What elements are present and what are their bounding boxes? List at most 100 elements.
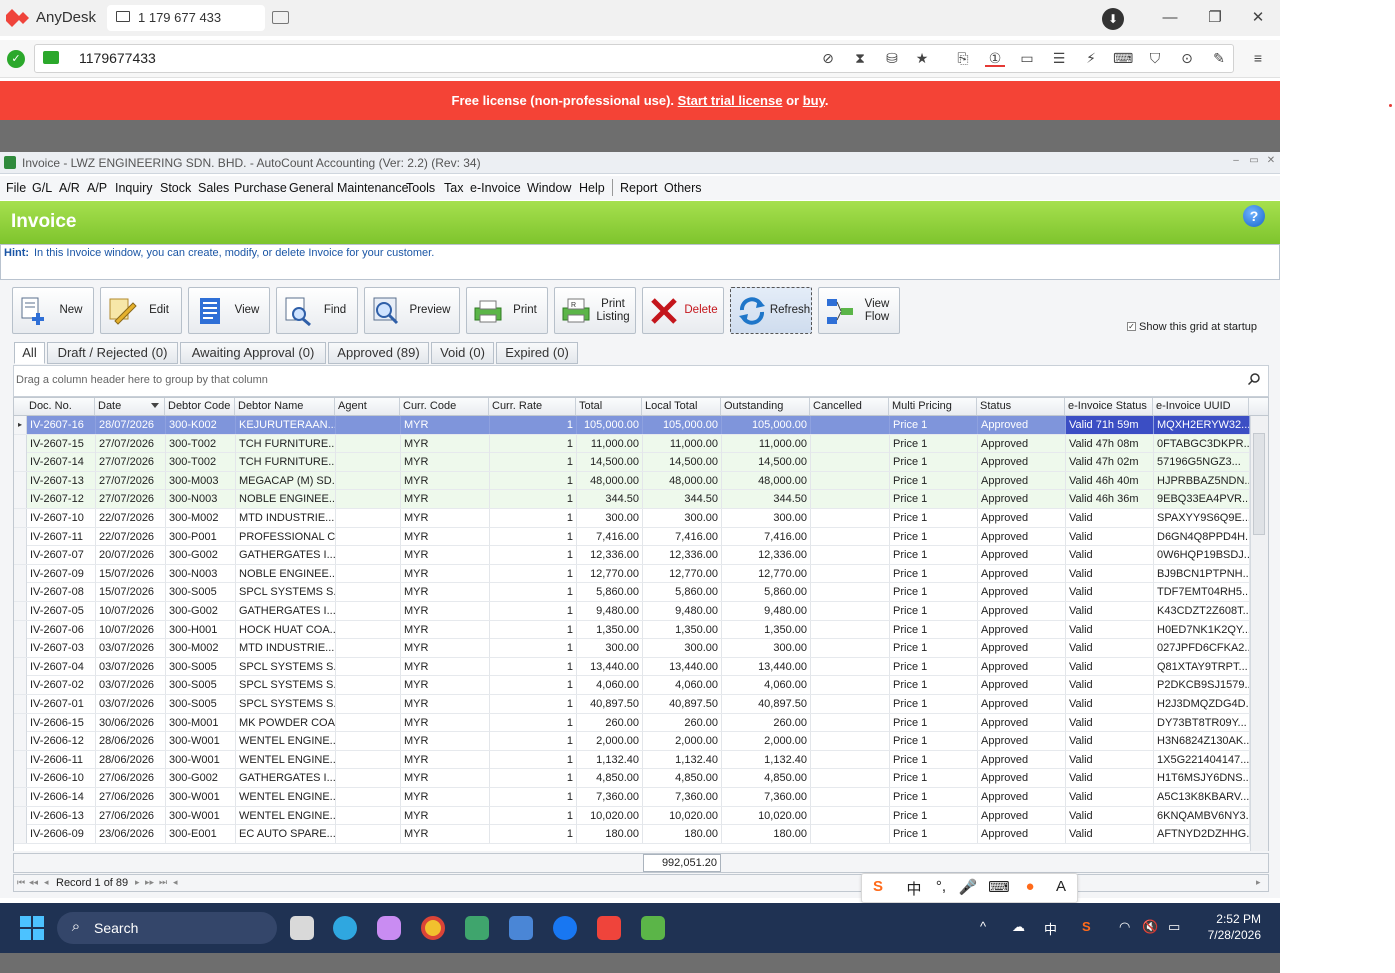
tab-expired[interactable]: Expired (0): [496, 342, 578, 364]
ime-skin-icon[interactable]: ●: [1019, 878, 1041, 895]
scrollbar-thumb[interactable]: [1253, 433, 1265, 535]
wifi-icon[interactable]: ◠: [1119, 919, 1130, 935]
menu-others[interactable]: Others: [664, 181, 702, 195]
table-row[interactable]: IV-2607-05 10/07/2026 300-G002 GATHERGATES …: [14, 602, 1250, 621]
table-row[interactable]: IV-2607-04 03/07/2026 300-S005 SPCL SYSTEMS…: [14, 657, 1250, 677]
new-button[interactable]: New: [12, 287, 94, 334]
view-flow-button[interactable]: View Flow: [818, 287, 900, 334]
ime-ai-icon[interactable]: A: [1050, 878, 1072, 895]
menu-ap[interactable]: A/P: [87, 181, 107, 195]
nav-prev-icon[interactable]: ◂: [44, 877, 49, 888]
table-row[interactable]: IV-2607-14 27/07/2026 300-T002 TCH FURNITUR…: [14, 453, 1250, 472]
table-row[interactable]: IV-2607-10 22/07/2026 300-M002 MTD INDUSTRI…: [14, 509, 1250, 528]
new-tab-icon[interactable]: [272, 11, 289, 24]
column-header-curr-rate[interactable]: Curr. Rate: [489, 398, 576, 415]
edge-browser-icon[interactable]: [333, 916, 357, 940]
menu-stock[interactable]: Stock: [160, 181, 191, 195]
monitor-select-icon[interactable]: ①: [985, 49, 1005, 67]
column-header-status[interactable]: Status: [977, 398, 1065, 415]
nav-next-icon[interactable]: ▸: [135, 877, 140, 888]
tab-all[interactable]: All: [14, 342, 45, 364]
table-row[interactable]: IV-2606-11 28/06/2026 300-W001 WENTEL ENGIN…: [14, 750, 1250, 770]
column-header-curr-code[interactable]: Curr. Code: [400, 398, 489, 415]
column-header-total[interactable]: Total: [576, 398, 642, 415]
table-row[interactable]: IV-2606-14 27/06/2026 300-W001 WENTEL ENGIN…: [14, 788, 1250, 807]
help-icon[interactable]: ?: [1243, 205, 1265, 227]
nav-first-icon[interactable]: ⏮: [17, 877, 25, 888]
menu-tax[interactable]: Tax: [444, 181, 463, 195]
column-header-outstanding[interactable]: Outstanding: [721, 398, 810, 415]
hamburger-menu-icon[interactable]: ≡: [1248, 49, 1268, 67]
ime-punctuation-icon[interactable]: °,: [930, 878, 952, 895]
download-icon[interactable]: ⬇: [1102, 8, 1124, 30]
window-minimize-button[interactable]: –: [1229, 154, 1243, 168]
table-row[interactable]: IV-2607-03 03/07/2026 300-M002 MTD INDUSTRI…: [14, 639, 1250, 658]
actions-lightning-icon[interactable]: ⚡: [1081, 49, 1101, 67]
menu-report[interactable]: Report: [620, 181, 658, 195]
start-trial-link[interactable]: Start trial license: [678, 93, 783, 108]
copilot-icon[interactable]: [377, 916, 401, 940]
facebook-icon[interactable]: [553, 916, 577, 940]
menu-help[interactable]: Help: [579, 181, 605, 195]
table-row[interactable]: IV-2606-09 23/06/2026 300-E001 EC AUTO SPAR…: [14, 825, 1250, 844]
chat-icon[interactable]: ☰: [1049, 49, 1069, 67]
chrome-icon[interactable]: [421, 916, 445, 940]
find-button[interactable]: Find: [276, 287, 358, 334]
table-row[interactable]: ▸ IV-2607-16 28/07/2026 300-K002 KEJURUTERAA…: [14, 416, 1250, 435]
whiteboard-pen-icon[interactable]: ✎: [1209, 49, 1229, 67]
autocount-taskbar-icon[interactable]: [641, 916, 665, 940]
app-icon-green[interactable]: [465, 916, 489, 940]
nav-next-page-icon[interactable]: ▸▸: [145, 877, 154, 888]
print-listing-button[interactable]: R Print Listing: [554, 287, 636, 334]
ime-logo-icon[interactable]: S: [867, 878, 889, 895]
taskbar-search-box[interactable]: [57, 912, 277, 944]
keyboard-icon[interactable]: ⌨: [1113, 49, 1133, 67]
table-row[interactable]: IV-2607-13 27/07/2026 300-M003 MEGACAP (M) …: [14, 471, 1250, 491]
tab-draft-rejected[interactable]: Draft / Rejected (0): [47, 342, 178, 364]
clock-date[interactable]: 7/28/2026: [1197, 928, 1261, 942]
table-row[interactable]: IV-2607-09 15/07/2026 300-N003 NOBLE ENGINE…: [14, 564, 1250, 584]
table-row[interactable]: IV-2607-12 27/07/2026 300-N003 NOBLE ENGINE…: [14, 490, 1250, 509]
column-header-debtor-name[interactable]: Debtor Name: [235, 398, 335, 415]
table-row[interactable]: IV-2606-12 28/06/2026 300-W001 WENTEL ENGIN…: [14, 732, 1250, 751]
column-header-einvoice-status[interactable]: e-Invoice Status: [1065, 398, 1153, 415]
window-restore-button[interactable]: ▭: [1247, 154, 1261, 168]
table-row[interactable]: IV-2607-08 15/07/2026 300-S005 SPCL SYSTEMS…: [14, 583, 1250, 602]
table-row[interactable]: IV-2607-15 27/07/2026 300-T002 TCH FURNITUR…: [14, 434, 1250, 454]
column-header-debtor-code[interactable]: Debtor Code: [165, 398, 235, 415]
column-header-local-total[interactable]: Local Total: [642, 398, 721, 415]
database-icon[interactable]: ⛁: [882, 49, 902, 67]
menu-window[interactable]: Window: [527, 181, 571, 195]
tray-overflow-icon[interactable]: ^: [980, 919, 986, 934]
delete-button[interactable]: Delete: [642, 287, 724, 334]
column-header-agent[interactable]: Agent: [335, 398, 400, 415]
menu-general-maintenance[interactable]: General Maintenance: [289, 181, 409, 195]
volume-muted-icon[interactable]: 🔇: [1142, 919, 1158, 935]
preview-button[interactable]: Preview: [364, 287, 460, 334]
tray-sogou-icon[interactable]: S: [1082, 919, 1091, 934]
ime-keyboard-icon[interactable]: ⌨: [988, 878, 1010, 896]
nav-prev-page-icon[interactable]: ◂◂: [29, 877, 38, 888]
column-header-einvoice-uuid[interactable]: e-Invoice UUID: [1153, 398, 1249, 415]
hscroll-left-icon[interactable]: ◂: [173, 877, 178, 888]
maximize-button[interactable]: ❐: [1201, 8, 1229, 28]
task-view-icon[interactable]: [290, 916, 314, 940]
onedrive-icon[interactable]: ☁: [1012, 919, 1025, 935]
minimize-button[interactable]: —: [1156, 8, 1184, 28]
table-row[interactable]: IV-2606-13 27/06/2026 300-W001 WENTEL ENGIN…: [14, 806, 1250, 826]
table-row[interactable]: IV-2607-01 03/07/2026 300-S005 SPCL SYSTEMS…: [14, 695, 1250, 714]
menu-ar[interactable]: A/R: [59, 181, 80, 195]
close-button[interactable]: ✕: [1244, 8, 1272, 28]
battery-icon[interactable]: ▭: [1168, 919, 1180, 935]
privacy-icon[interactable]: ⊘: [818, 49, 838, 67]
menu-inquiry[interactable]: Inquiry: [115, 181, 153, 195]
menu-purchase[interactable]: Purchase: [234, 181, 287, 195]
menu-gl[interactable]: G/L: [32, 181, 52, 195]
tab-void[interactable]: Void (0): [431, 342, 494, 364]
hscroll-right-icon[interactable]: ▸: [1256, 877, 1261, 888]
windows-start-icon[interactable]: [20, 916, 44, 940]
file-transfer-icon[interactable]: ⎘: [953, 49, 973, 67]
table-row[interactable]: IV-2607-06 10/07/2026 300-H001 HOCK HUAT CO…: [14, 620, 1250, 640]
clock-time[interactable]: 2:52 PM: [1197, 912, 1261, 926]
table-row[interactable]: IV-2606-10 27/06/2026 300-G002 GATHERGATES …: [14, 769, 1250, 788]
